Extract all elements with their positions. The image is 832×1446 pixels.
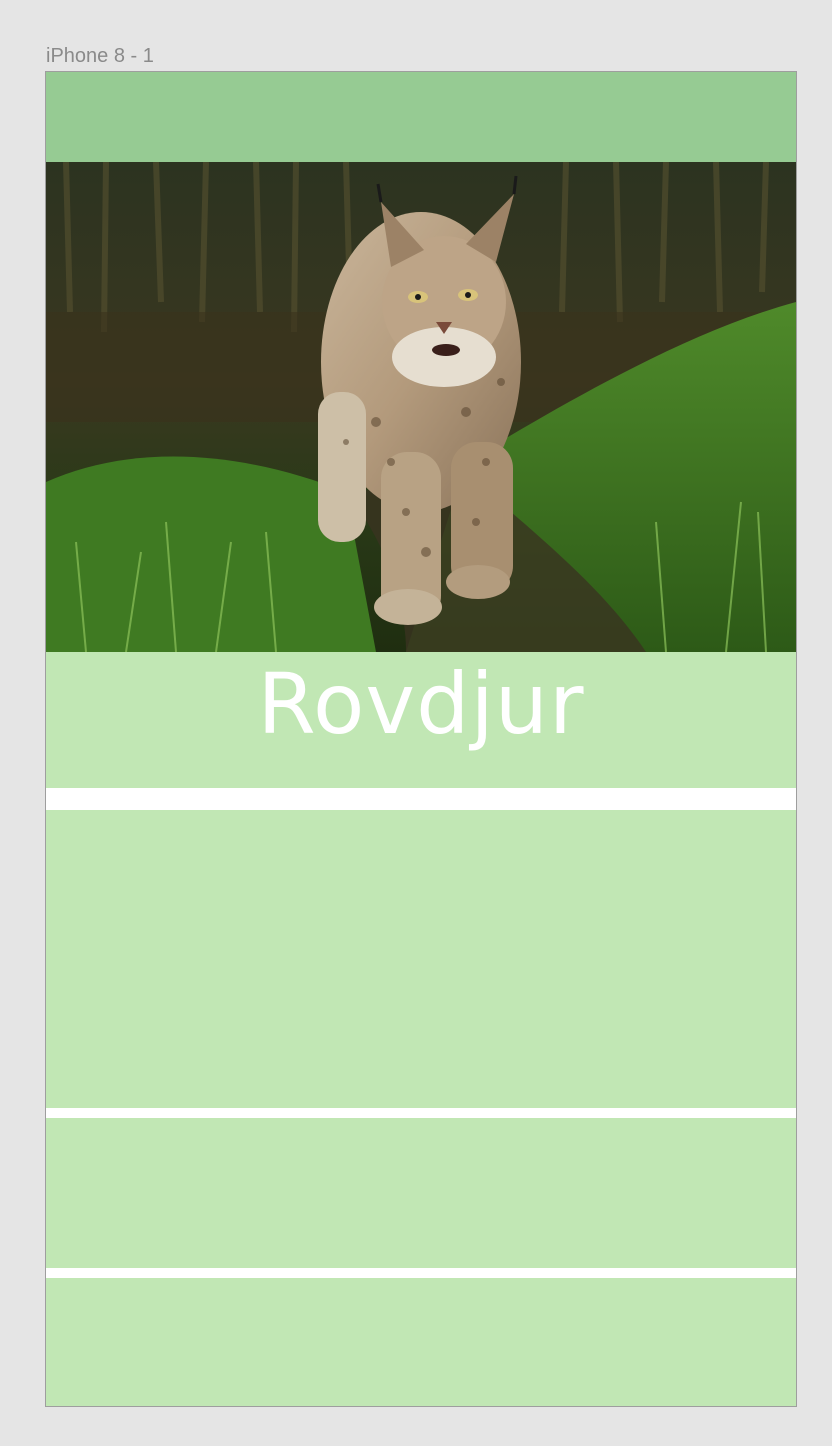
page-title: Rovdjur xyxy=(257,655,585,753)
content-panel-1[interactable] xyxy=(46,810,796,1108)
iphone-artboard: Rovdjur xyxy=(45,71,797,1407)
content-panel-3[interactable] xyxy=(46,1278,796,1406)
title-band: Rovdjur xyxy=(46,652,796,788)
lynx-hero-image xyxy=(46,162,796,652)
artboard-label: iPhone 8 - 1 xyxy=(46,45,154,67)
content-panel-2[interactable] xyxy=(46,1118,796,1268)
header-bar xyxy=(46,72,796,162)
